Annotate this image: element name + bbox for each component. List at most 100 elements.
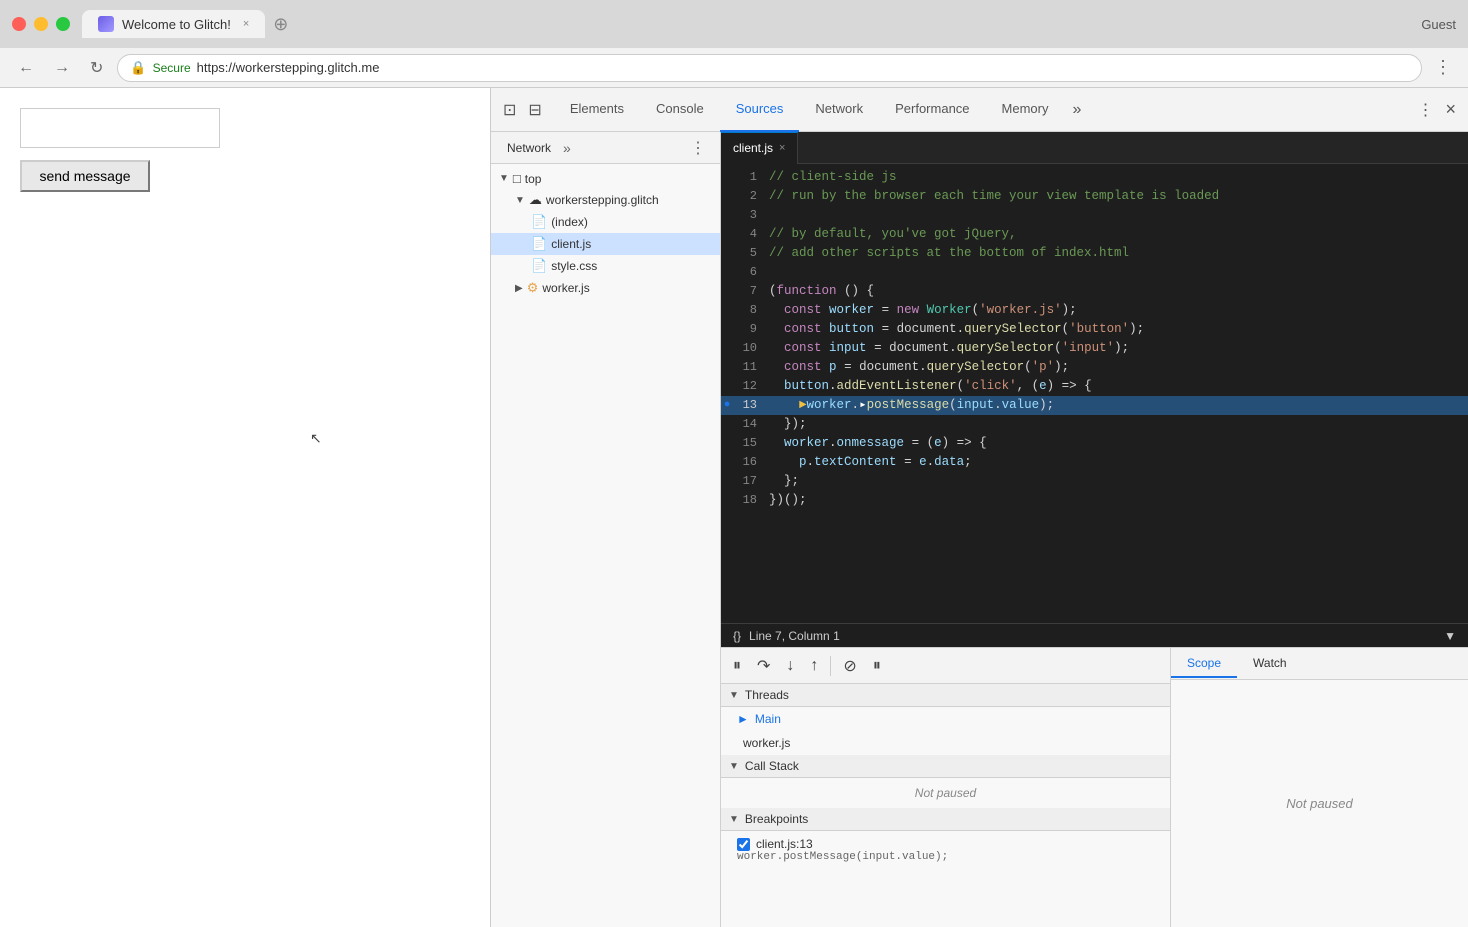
tree-item-workerstepping[interactable]: ▼ ☁ workerstepping.glitch [491,189,720,211]
line-content-4: // by default, you've got jQuery, [769,225,1468,244]
device-mode-button[interactable]: ⊟ [524,96,545,124]
refresh-button[interactable]: ↻ [84,54,109,82]
tree-item-top[interactable]: ▼ □ top [491,168,720,189]
file-panel-network-tab[interactable]: Network [499,137,559,159]
code-editor[interactable]: 1 // client-side js 2 // run by the brow… [721,164,1468,623]
secure-label: Secure [153,61,191,75]
tab-console[interactable]: Console [640,88,720,132]
line-num-15: 15 [733,434,769,453]
deactivate-breakpoints-button[interactable]: ⊘ [839,652,860,680]
tree-item-stylecss[interactable]: 📄 style.css [491,255,720,277]
devtools-actions: ⋮ × [1413,95,1460,124]
devtools-tabs-more[interactable]: » [1064,97,1089,123]
toolbar-separator [830,656,831,676]
status-position: Line 7, Column 1 [749,629,840,643]
file-panel-more[interactable]: » [559,138,575,158]
call-stack-label: Call Stack [745,759,799,773]
thread-worker[interactable]: worker.js [721,731,1170,755]
thread-main[interactable]: ► Main [721,707,1170,731]
devtools-header: ⊡ ⊟ Elements Console Sources Network Per… [491,88,1468,132]
tree-item-index[interactable]: 📄 (index) [491,211,720,233]
line-content-5: // add other scripts at the bottom of in… [769,244,1468,263]
debug-right-tabs: Scope Watch [1171,648,1468,680]
cloud-icon: ☁ [529,192,542,208]
breakpoints-section-header[interactable]: ▼ Breakpoints [721,808,1170,831]
file-panel: Network » ⋮ ▼ □ top ▼ ☁ [491,132,721,927]
tab-bar: Welcome to Glitch! × ⊕ [82,10,292,39]
devtools-settings-button[interactable]: ⋮ [1413,96,1437,124]
pause-on-exceptions-button[interactable]: ⏸ [869,653,885,679]
file-js-icon: 📄 [531,236,547,252]
traffic-lights [12,17,70,31]
code-tab-close[interactable]: × [779,142,785,154]
tree-label-top: top [525,172,542,186]
tab-elements[interactable]: Elements [554,88,640,132]
file-html-icon: 📄 [531,214,547,230]
step-over-button[interactable]: ↷ [753,652,774,680]
devtools-close-button[interactable]: × [1441,95,1460,124]
pause-resume-button[interactable]: ⏸ [729,653,745,679]
tree-label-workerstepping: workerstepping.glitch [546,193,659,207]
line-num-2: 2 [733,187,769,206]
minimize-window-button[interactable] [34,17,48,31]
scope-not-paused: Not paused [1286,796,1353,811]
tab-performance[interactable]: Performance [879,88,985,132]
tree-label-index: (index) [551,215,588,229]
forward-button[interactable]: → [48,55,76,81]
maximize-window-button[interactable] [56,17,70,31]
code-line-14: 14 }); [721,415,1468,434]
tree-item-workerjs[interactable]: ▶ ⚙ worker.js [491,277,720,299]
code-line-6: 6 [721,263,1468,282]
line-num-5: 5 [733,244,769,263]
status-bar: {} Line 7, Column 1 ▼ [721,623,1468,647]
tab-sources[interactable]: Sources [720,88,800,132]
back-button[interactable]: ← [12,55,40,81]
scroll-down-icon[interactable]: ▼ [1444,629,1456,643]
line-num-1: 1 [733,168,769,187]
active-tab[interactable]: Welcome to Glitch! × [82,10,265,38]
code-line-10: 10 const input = document.querySelector(… [721,339,1468,358]
line-num-3: 3 [733,206,769,225]
send-message-button[interactable]: send message [20,160,150,192]
call-stack-not-paused: Not paused [721,778,1170,808]
file-panel-kebab[interactable]: ⋮ [684,136,712,160]
breakpoint-checkbox-1[interactable] [737,838,750,851]
bp-marker-13: ● [721,396,733,415]
worker-icon: ⚙ [527,280,539,296]
close-window-button[interactable] [12,17,26,31]
threads-section-header[interactable]: ▼ Threads [721,684,1170,707]
scope-tab[interactable]: Scope [1171,650,1237,678]
line-content-12: button.addEventListener('click', (e) => … [769,377,1468,396]
threads-arrow: ▼ [729,690,739,701]
code-panel: client.js × 1 // client-side js [721,132,1468,647]
watch-tab[interactable]: Watch [1237,650,1303,678]
line-num-16: 16 [733,453,769,472]
line-content-13: ►worker.▸postMessage(input.value); [769,396,1468,415]
step-out-button[interactable]: ↑ [806,653,822,679]
user-label: Guest [1421,17,1456,32]
line-num-10: 10 [733,339,769,358]
message-input[interactable] [20,108,220,148]
tab-memory[interactable]: Memory [986,88,1065,132]
thread-main-icon: ► [737,712,749,726]
tab-close-button[interactable]: × [243,18,249,30]
inspect-element-button[interactable]: ⊡ [499,96,520,124]
call-stack-section-header[interactable]: ▼ Call Stack [721,755,1170,778]
code-line-4: 4 // by default, you've got jQuery, [721,225,1468,244]
thread-worker-label: worker.js [743,736,790,750]
new-tab-button[interactable]: ⊕ [269,10,292,39]
line-content-15: worker.onmessage = (e) => { [769,434,1468,453]
page-content: send message ↖ [0,88,490,927]
code-tab-clientjs[interactable]: client.js × [721,132,798,164]
step-into-button[interactable]: ↓ [782,653,798,679]
breakpoint-code-1: worker.postMessage(input.value); [737,851,1154,863]
line-content-6 [769,263,1468,282]
url-bar[interactable]: 🔒 Secure https://workerstepping.glitch.m… [117,54,1422,82]
tree-item-clientjs[interactable]: 📄 client.js [491,233,720,255]
line-content-10: const input = document.querySelector('in… [769,339,1468,358]
line-content-16: p.textContent = e.data; [769,453,1468,472]
line-content-7: (function () { [769,282,1468,301]
tab-network[interactable]: Network [799,88,879,132]
breakpoint-item-1[interactable]: client.js:13 worker.postMessage(input.va… [721,831,1170,869]
browser-more-button[interactable]: ⋮ [1430,53,1456,82]
